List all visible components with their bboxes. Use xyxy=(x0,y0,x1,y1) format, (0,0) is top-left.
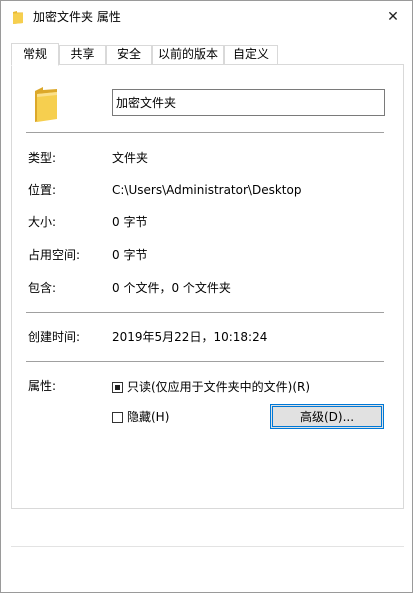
type-label: 类型: xyxy=(28,151,57,165)
created-value: 2019年5月22日，10:18:24 xyxy=(112,330,268,344)
general-panel: 类型: 文件夹 位置: C:\Users\Administrator\Deskt… xyxy=(11,64,404,509)
title-bar[interactable]: 加密文件夹 属性 ✕ xyxy=(1,1,412,33)
folder-icon xyxy=(13,11,23,24)
separator xyxy=(11,546,404,547)
tab-label: 自定义 xyxy=(232,47,269,61)
tab-previous-versions[interactable]: 以前的版本 xyxy=(152,45,224,64)
tab-label: 共享 xyxy=(70,47,95,61)
location-label: 位置: xyxy=(28,183,57,197)
hidden-checkbox-row[interactable]: 隐藏(H) xyxy=(112,410,169,425)
hidden-label: 隐藏(H) xyxy=(127,410,170,424)
separator xyxy=(26,361,384,362)
tab-label: 以前的版本 xyxy=(157,47,218,61)
close-button[interactable]: ✕ xyxy=(381,7,405,27)
separator xyxy=(26,312,384,313)
separator xyxy=(26,132,384,133)
readonly-label: 只读(仅应用于文件夹中的文件)(R) xyxy=(127,380,311,394)
size-label: 大小: xyxy=(28,215,57,229)
folder-name-input[interactable] xyxy=(112,89,385,116)
properties-window: 加密文件夹 属性 ✕ 常规 共享 安全 以前的版本 自定义 类型: 文件夹 xyxy=(0,0,413,593)
tab-security[interactable]: 安全 xyxy=(106,45,152,64)
tab-general[interactable]: 常规 xyxy=(11,43,59,66)
folder-icon xyxy=(35,87,57,122)
tab-customize[interactable]: 自定义 xyxy=(224,45,278,64)
tab-label: 常规 xyxy=(22,47,47,61)
created-label: 创建时间: xyxy=(28,330,81,344)
type-value: 文件夹 xyxy=(112,151,149,165)
size-on-disk-value: 0 字节 xyxy=(112,248,148,262)
tab-label: 安全 xyxy=(116,47,141,61)
hidden-checkbox[interactable] xyxy=(112,412,123,423)
readonly-checkbox-row[interactable]: 只读(仅应用于文件夹中的文件)(R) xyxy=(112,380,310,395)
location-value: C:\Users\Administrator\Desktop xyxy=(112,183,302,197)
contains-value: 0 个文件，0 个文件夹 xyxy=(112,281,231,295)
contains-label: 包含: xyxy=(28,281,57,295)
attributes-label: 属性: xyxy=(28,379,57,393)
close-icon: ✕ xyxy=(387,9,399,25)
size-on-disk-label: 占用空间: xyxy=(28,248,81,262)
size-value: 0 字节 xyxy=(112,215,148,229)
window-title: 加密文件夹 属性 xyxy=(33,10,121,24)
tab-sharing[interactable]: 共享 xyxy=(59,45,106,64)
advanced-button[interactable]: 高级(D)... xyxy=(270,404,384,429)
readonly-checkbox[interactable] xyxy=(112,382,123,393)
